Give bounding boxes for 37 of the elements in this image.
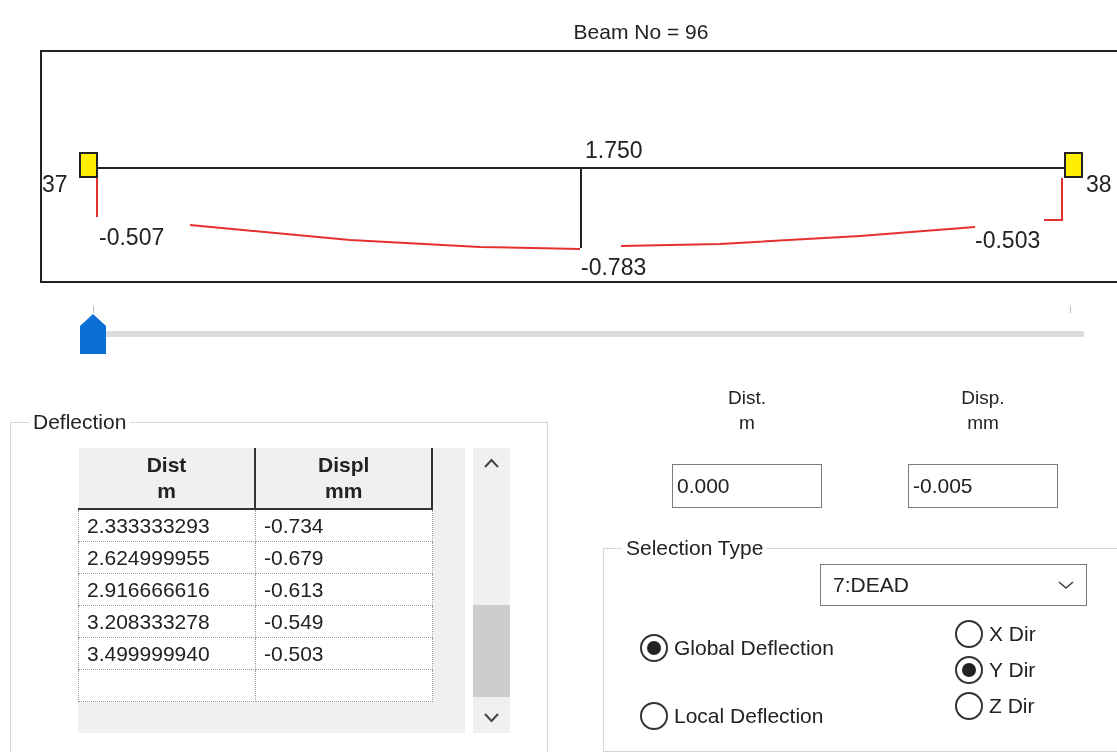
beam-title: Beam No = 96 xyxy=(573,20,709,44)
deflection-label: -0.783 xyxy=(581,254,647,280)
table-cell: -0.613 xyxy=(255,573,432,606)
chevron-down-icon xyxy=(1058,580,1074,590)
table-cell: -0.679 xyxy=(255,541,432,574)
column-header[interactable]: Displ mm xyxy=(255,448,432,509)
input-field[interactable]: -0.005 xyxy=(908,464,1058,508)
radio-button[interactable]: Global Deflection xyxy=(640,634,955,662)
node-label: 37 xyxy=(42,171,68,197)
table-cell: 2.916666616 xyxy=(78,573,256,606)
distance-label: 1.750 xyxy=(585,137,643,163)
radio-button[interactable]: Y Dir xyxy=(955,656,1036,684)
radio-button[interactable]: Z Dir xyxy=(955,692,1036,720)
readout-label: Disp. mm xyxy=(961,386,1005,435)
column-header[interactable]: Dist m xyxy=(78,448,256,509)
support-icon xyxy=(1064,152,1083,178)
table-cell: -0.503 xyxy=(255,637,432,670)
radio-button[interactable]: Local Deflection xyxy=(640,702,955,730)
input-field[interactable]: 0.000 xyxy=(672,464,822,508)
table-cell: -0.734 xyxy=(255,509,432,542)
table-cell: 2.333333293 xyxy=(78,509,256,542)
table-cell: 3.499999940 xyxy=(78,637,256,670)
slider-thumb[interactable] xyxy=(80,314,106,354)
support-icon xyxy=(79,152,98,178)
table-cell: -0.549 xyxy=(255,605,432,638)
load-case-dropdown[interactable]: 7:DEAD xyxy=(820,564,1087,606)
deflection-label: -0.503 xyxy=(975,227,1041,253)
node-label: 38 xyxy=(1086,171,1112,197)
group-title: Deflection xyxy=(32,410,128,434)
table-cell: 3.208333278 xyxy=(78,605,256,638)
scroll-thumb[interactable] xyxy=(473,605,510,697)
deflection-label: -0.507 xyxy=(99,224,165,250)
group-title: Selection Type xyxy=(625,536,765,560)
table-cell: 2.624999955 xyxy=(78,541,256,574)
scrollbar[interactable] xyxy=(473,448,510,733)
readout-label: Dist. m xyxy=(728,386,766,435)
radio-button[interactable]: X Dir xyxy=(955,620,1036,648)
